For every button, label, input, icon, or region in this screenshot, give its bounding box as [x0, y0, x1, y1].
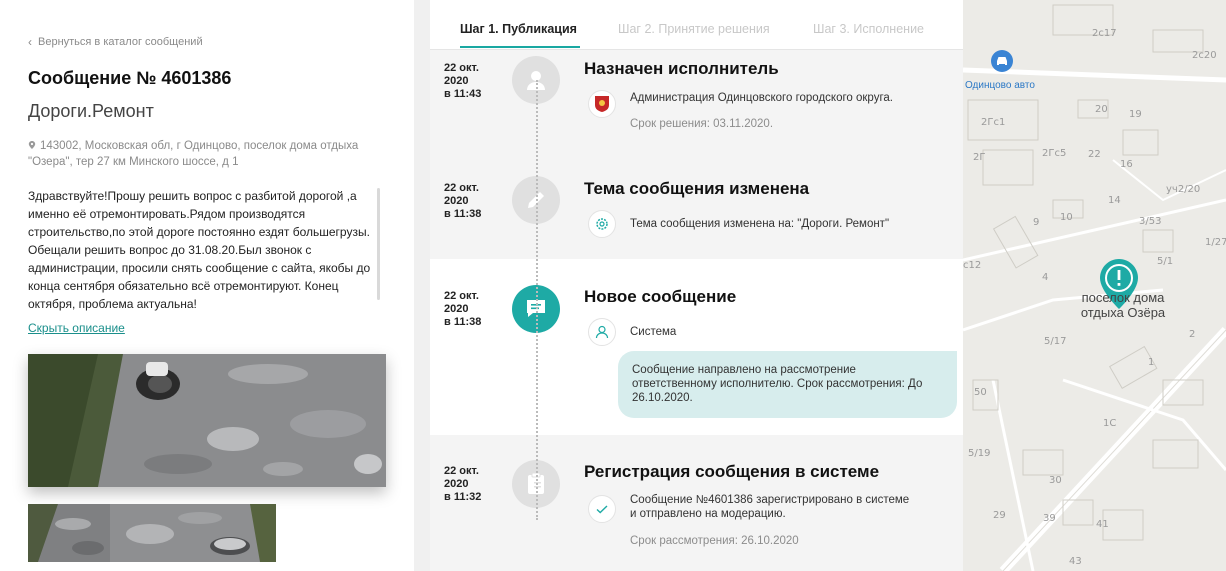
- map-house-number: 2Гс1: [981, 117, 1006, 128]
- map-house-number: 22: [1088, 149, 1101, 160]
- message-description: Здравствуйте!Прошу решить вопрос с разби…: [28, 189, 371, 311]
- map-house-number: 1: [1148, 357, 1155, 368]
- map-house-number: 1/27: [1205, 237, 1226, 248]
- map-house-number: 3/53: [1139, 216, 1162, 227]
- event-day: 22 окт.: [444, 465, 479, 477]
- event-year: 2020: [444, 303, 469, 315]
- thumbnail-image: [110, 504, 276, 562]
- message-bubble: Сообщение направлено на рассмотрение отв…: [618, 351, 957, 418]
- map-house-number: 14: [1108, 195, 1121, 206]
- event-time: в 11:32: [444, 491, 482, 503]
- place-label-line: поселок дома: [1081, 290, 1165, 305]
- tab-step-1[interactable]: Шаг 1. Публикация: [460, 22, 577, 36]
- event-time: в 11:38: [444, 316, 482, 328]
- gear-icon: [588, 210, 616, 238]
- back-to-catalog-link[interactable]: ‹ Вернуться в каталог сообщений: [28, 35, 203, 49]
- event-title: Новое сообщение: [584, 287, 737, 306]
- event-title: Регистрация сообщения в системе: [584, 462, 880, 481]
- map-house-number: 20: [1095, 104, 1108, 115]
- event-day: 22 окт.: [444, 290, 479, 302]
- user-icon: [588, 318, 616, 346]
- event-date: 22 окт. 2020 в 11:32: [444, 465, 481, 504]
- map-house-number: с12: [963, 260, 982, 271]
- map-house-number: 29: [993, 510, 1006, 521]
- steps-tabs: Шаг 1. Публикация Шаг 2. Принятие решени…: [430, 0, 963, 50]
- location-pin-icon: [28, 141, 36, 149]
- map-house-number: 41: [1096, 519, 1109, 530]
- event-author: Система: [630, 326, 677, 338]
- timeline-event: 22 окт. 2020 в 11:32 Регистрация сообщен…: [430, 437, 963, 571]
- map-house-number: 19: [1129, 109, 1142, 120]
- event-deadline: Срок решения: 03.11.2020.: [630, 118, 774, 130]
- event-year: 2020: [444, 195, 469, 207]
- event-title: Назначен исполнитель: [584, 59, 779, 78]
- event-text-line: и отправлено на модерацию.: [630, 508, 786, 520]
- message-details-panel: ‹ Вернуться в каталог сообщений Сообщени…: [0, 0, 414, 571]
- event-date: 22 окт. 2020 в 11:43: [444, 62, 481, 101]
- road-photo-image: [28, 354, 386, 487]
- description-scrollbar[interactable]: [377, 188, 380, 300]
- car-service-poi-icon[interactable]: [991, 50, 1013, 72]
- page-title: Сообщение № 4601386: [28, 68, 232, 88]
- map-house-number: 5/17: [1044, 336, 1067, 347]
- place-label: поселок дома отдыха Озёра: [1073, 290, 1173, 320]
- tab-step-3[interactable]: Шаг 3. Исполнение: [813, 22, 924, 36]
- event-deadline: Срок рассмотрения: 26.10.2020: [630, 535, 799, 547]
- coat-of-arms-icon: [588, 90, 616, 118]
- hide-description-link[interactable]: Скрыть описание: [28, 321, 125, 335]
- map-house-number: 9: [1033, 217, 1040, 228]
- event-date: 22 окт. 2020 в 11:38: [444, 182, 481, 221]
- timeline-connector: [536, 80, 538, 520]
- map-house-number: 2с20: [1192, 50, 1217, 61]
- event-text: Тема сообщения изменена на: "Дороги. Рем…: [630, 218, 890, 230]
- map-house-number: 43: [1069, 556, 1082, 567]
- poi-label[interactable]: Одинцово авто: [965, 80, 1035, 91]
- thumbnail-image: [28, 504, 110, 562]
- map-house-number: уч2/20: [1166, 184, 1201, 195]
- event-day: 22 окт.: [444, 182, 479, 194]
- map-house-number: 5/1: [1157, 256, 1174, 267]
- message-category: Дороги.Ремонт: [28, 101, 154, 121]
- map-house-number: 10: [1060, 212, 1073, 223]
- message-address: 143002, Московская обл, г Одинцово, посе…: [28, 138, 378, 170]
- event-year: 2020: [444, 478, 469, 490]
- history-panel: Шаг 1. Публикация Шаг 2. Принятие решени…: [430, 0, 963, 571]
- map-house-number: 2Г: [973, 152, 986, 163]
- map-house-number: 4: [1042, 272, 1049, 283]
- photo-thumbnail[interactable]: [110, 504, 276, 562]
- event-date: 22 окт. 2020 в 11:38: [444, 290, 481, 329]
- map-house-number: 2с17: [1092, 28, 1117, 39]
- map-house-number: 1С: [1103, 418, 1117, 429]
- checkmark-icon: [588, 495, 616, 523]
- event-text-line: Сообщение №4601386 зарегистрировано в си…: [630, 494, 910, 506]
- map-house-number: 16: [1120, 159, 1133, 170]
- map-house-number: 2: [1189, 329, 1196, 340]
- event-time: в 11:43: [444, 88, 482, 100]
- photo-thumbnail[interactable]: [28, 504, 110, 562]
- map-house-number: 39: [1043, 513, 1056, 524]
- back-link-label: Вернуться в каталог сообщений: [38, 36, 203, 48]
- active-tab-indicator: [460, 46, 580, 48]
- tab-step-2[interactable]: Шаг 2. Принятие решения: [618, 22, 770, 36]
- map[interactable]: 2с17 2с20 20 19 2Гс1 2Гс5 22 2Г 16 уч2/2…: [963, 0, 1226, 571]
- map-house-number: 2Гс5: [1042, 148, 1067, 159]
- timeline-event: 22 окт. 2020 в 11:43 Назначен исполнител…: [430, 50, 963, 158]
- event-text: Сообщение №4601386 зарегистрировано в си…: [630, 493, 909, 521]
- event-day: 22 окт.: [444, 62, 479, 74]
- main-photo[interactable]: [28, 354, 386, 487]
- event-time: в 11:38: [444, 208, 482, 220]
- map-house-number: 30: [1049, 475, 1062, 486]
- event-year: 2020: [444, 75, 469, 87]
- map-house-number: 50: [974, 387, 987, 398]
- event-text: Администрация Одинцовского городского ок…: [630, 92, 893, 104]
- place-label-line: отдыха Озёра: [1080, 305, 1166, 320]
- event-title: Тема сообщения изменена: [584, 179, 810, 198]
- panel-divider: [414, 0, 430, 571]
- address-text: 143002, Московская обл, г Одинцово, посе…: [28, 140, 359, 168]
- timeline-event: 22 окт. 2020 в 11:38 Тема сообщения изме…: [430, 158, 963, 258]
- map-house-number: 5/19: [968, 448, 991, 459]
- chevron-left-icon: ‹: [28, 35, 32, 49]
- timeline-event: 22 окт. 2020 в 11:38 Новое сообщение Сис…: [430, 259, 963, 435]
